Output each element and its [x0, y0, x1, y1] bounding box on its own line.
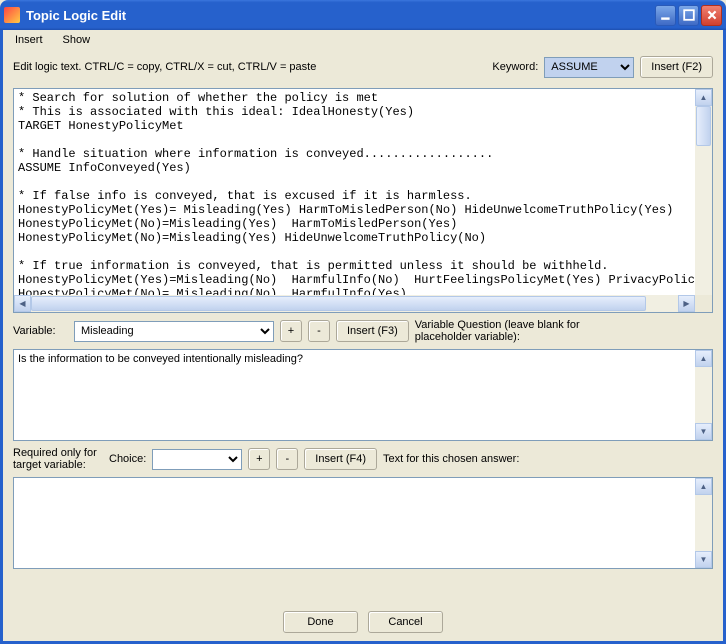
- scroll-up-icon[interactable]: ▲: [695, 350, 712, 367]
- vertical-scrollbar[interactable]: ▲ ▼: [695, 350, 712, 440]
- insert-f2-button[interactable]: Insert (F2): [640, 56, 713, 78]
- hint-text: Edit logic text. CTRL/C = copy, CTRL/X =…: [13, 61, 486, 73]
- cancel-button[interactable]: Cancel: [368, 611, 443, 633]
- menu-insert[interactable]: Insert: [7, 32, 51, 48]
- horizontal-scrollbar[interactable]: ◀ ▶: [14, 295, 695, 312]
- menu-bar: Insert Show: [3, 30, 723, 50]
- maximize-button[interactable]: [678, 5, 699, 26]
- variable-question-textarea[interactable]: Is the information to be conveyed intent…: [13, 349, 713, 441]
- logic-text-area[interactable]: * Search for solution of whether the pol…: [13, 88, 713, 313]
- variable-add-button[interactable]: +: [280, 320, 302, 342]
- menu-show[interactable]: Show: [55, 32, 99, 48]
- choice-text-label: Text for this chosen answer:: [383, 453, 519, 465]
- choice-add-button[interactable]: +: [248, 448, 270, 470]
- keyword-select[interactable]: ASSUME: [544, 57, 634, 78]
- insert-f4-button[interactable]: Insert (F4): [304, 448, 377, 470]
- window-title: Topic Logic Edit: [26, 8, 655, 23]
- variable-question-label: Variable Question (leave blank for place…: [415, 319, 585, 343]
- insert-f3-button[interactable]: Insert (F3): [336, 320, 409, 342]
- vertical-scrollbar[interactable]: ▲ ▼: [695, 478, 712, 568]
- variable-select[interactable]: Misleading: [74, 321, 274, 342]
- app-icon: [4, 7, 20, 23]
- choice-remove-button[interactable]: -: [276, 448, 298, 470]
- choice-label: Choice:: [109, 453, 146, 465]
- choice-text-content[interactable]: [14, 478, 712, 568]
- scroll-thumb[interactable]: [696, 106, 711, 146]
- scroll-thumb-h[interactable]: [31, 296, 646, 311]
- variable-label: Variable:: [13, 325, 68, 337]
- done-button[interactable]: Done: [283, 611, 358, 633]
- title-bar: Topic Logic Edit: [0, 0, 726, 30]
- choice-text-textarea[interactable]: ▲ ▼: [13, 477, 713, 569]
- scroll-up-icon[interactable]: ▲: [695, 478, 712, 495]
- scroll-right-icon[interactable]: ▶: [678, 295, 695, 312]
- scroll-left-icon[interactable]: ◀: [14, 295, 31, 312]
- required-label: Required only for target variable:: [13, 447, 103, 471]
- vertical-scrollbar[interactable]: ▲ ▼: [695, 89, 712, 312]
- variable-question-text[interactable]: Is the information to be conveyed intent…: [14, 350, 712, 440]
- scroll-down-icon[interactable]: ▼: [695, 423, 712, 440]
- minimize-button[interactable]: [655, 5, 676, 26]
- choice-select[interactable]: [152, 449, 242, 470]
- close-button[interactable]: [701, 5, 722, 26]
- scroll-up-icon[interactable]: ▲: [695, 89, 712, 106]
- keyword-label: Keyword:: [492, 61, 538, 73]
- scroll-corner: [695, 295, 712, 312]
- logic-text-content[interactable]: * Search for solution of whether the pol…: [14, 89, 712, 295]
- variable-remove-button[interactable]: -: [308, 320, 330, 342]
- scroll-down-icon[interactable]: ▼: [695, 551, 712, 568]
